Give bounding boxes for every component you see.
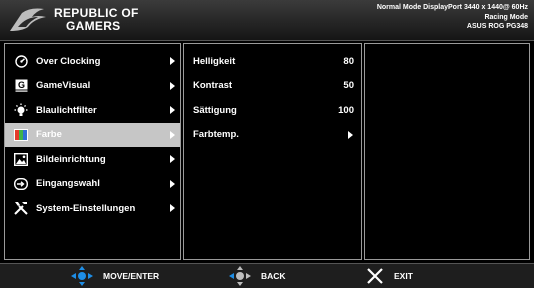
submenu-label: Sättigung bbox=[193, 104, 237, 116]
menu-label: GameVisual bbox=[36, 80, 91, 92]
chevron-right-icon bbox=[170, 204, 175, 213]
back-hint: BACK bbox=[225, 264, 286, 288]
chevron-right-icon bbox=[170, 106, 175, 115]
menu-label: Farbe bbox=[36, 129, 62, 141]
color-palette-icon bbox=[14, 128, 28, 142]
sub-menu-panel: Helligkeit 80 Kontrast 50 Sättigung 100 … bbox=[183, 43, 362, 260]
rog-logo-icon bbox=[10, 8, 46, 31]
speedometer-icon bbox=[14, 54, 28, 68]
close-icon bbox=[367, 268, 383, 284]
menu-label: Bildeinrichtung bbox=[36, 153, 106, 165]
status-line2: Racing Mode bbox=[484, 13, 528, 21]
detail-panel bbox=[364, 43, 530, 260]
status-info: Normal Mode DisplayPort 3440 x 1440@ 60H… bbox=[377, 3, 528, 32]
move-enter-hint: MOVE/ENTER bbox=[67, 264, 159, 288]
submenu-item-saettigung[interactable]: Sättigung 100 bbox=[184, 98, 361, 123]
brand-line1: REPUBLIC OF bbox=[54, 6, 139, 20]
main-menu-panel: Over Clocking G GameVisual Blaulichtfilt… bbox=[4, 43, 181, 260]
move-enter-label: MOVE/ENTER bbox=[103, 271, 160, 281]
menu-label: Blaulichtfilter bbox=[36, 104, 97, 116]
exit-hint: EXIT bbox=[366, 264, 413, 288]
brand-text: REPUBLIC OF GAMERS bbox=[54, 7, 139, 32]
input-select-icon bbox=[14, 177, 28, 191]
chevron-right-icon bbox=[170, 81, 175, 90]
back-label: BACK bbox=[261, 271, 286, 281]
status-line3: ASUS ROG PG348 bbox=[466, 23, 528, 30]
menu-label: System-Einstellungen bbox=[36, 202, 136, 214]
brand-line2: GAMERS bbox=[66, 19, 121, 33]
menu-item-farbe[interactable]: Farbe bbox=[5, 122, 180, 147]
submenu-value: 50 bbox=[343, 80, 354, 92]
chevron-right-icon bbox=[170, 57, 175, 66]
submenu-value: 100 bbox=[338, 104, 354, 116]
submenu-item-farbtemp[interactable]: Farbtemp. bbox=[184, 123, 361, 148]
exit-label: EXIT bbox=[394, 271, 413, 281]
wrench-icon bbox=[14, 201, 28, 215]
chevron-right-icon bbox=[170, 155, 175, 164]
osd-header: REPUBLIC OF GAMERS Normal Mode DisplayPo… bbox=[0, 0, 534, 41]
submenu-label: Kontrast bbox=[193, 80, 233, 92]
submenu-item-helligkeit[interactable]: Helligkeit 80 bbox=[184, 49, 361, 74]
chevron-right-icon bbox=[170, 130, 175, 139]
menu-item-system-einstellungen[interactable]: System-Einstellungen bbox=[5, 196, 180, 221]
submenu-item-kontrast[interactable]: Kontrast 50 bbox=[184, 74, 361, 99]
submenu-label: Helligkeit bbox=[193, 55, 236, 67]
submenu-value: 80 bbox=[343, 55, 354, 67]
menu-item-over-clocking[interactable]: Over Clocking bbox=[5, 49, 180, 74]
status-line1: Normal Mode DisplayPort 3440 x 1440@ 60H… bbox=[376, 4, 528, 11]
sub-menu: Helligkeit 80 Kontrast 50 Sättigung 100 … bbox=[184, 49, 361, 147]
menu-label: Eingangswahl bbox=[36, 178, 100, 190]
joystick-back-icon bbox=[229, 266, 251, 286]
menu-item-blaulichtfilter[interactable]: Blaulichtfilter bbox=[5, 98, 180, 123]
chevron-right-icon bbox=[170, 179, 175, 188]
image-setup-icon bbox=[14, 152, 28, 166]
main-menu: Over Clocking G GameVisual Blaulichtfilt… bbox=[5, 49, 180, 221]
svg-text:G: G bbox=[17, 80, 24, 90]
osd-footer: MOVE/ENTER BACK EXIT bbox=[0, 263, 534, 288]
joystick-move-icon bbox=[71, 266, 93, 286]
chevron-right-icon bbox=[348, 130, 353, 139]
menu-item-bildeinrichtung[interactable]: Bildeinrichtung bbox=[5, 147, 180, 172]
menu-label: Over Clocking bbox=[36, 55, 101, 67]
bulb-icon bbox=[14, 103, 28, 117]
gamevisual-icon: G bbox=[14, 79, 28, 93]
menu-item-eingangswahl[interactable]: Eingangswahl bbox=[5, 172, 180, 197]
submenu-label: Farbtemp. bbox=[193, 129, 239, 141]
menu-item-gamevisual[interactable]: G GameVisual bbox=[5, 74, 180, 99]
